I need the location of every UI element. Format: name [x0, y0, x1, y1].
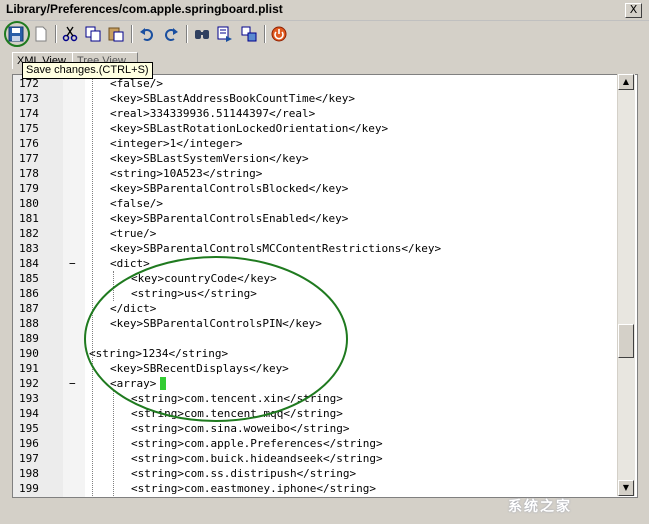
- annotation-overlay: [4, 21, 348, 422]
- watermark: 系统之家: [508, 498, 572, 514]
- highlight-circle-save: [4, 21, 30, 47]
- highlight-ellipse-pin: [84, 256, 348, 422]
